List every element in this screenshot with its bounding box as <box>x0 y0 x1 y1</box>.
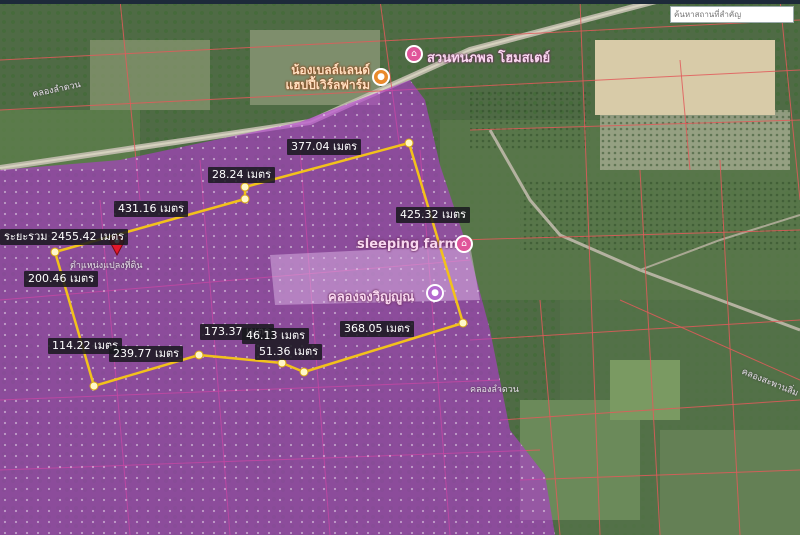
measurement-vertex[interactable] <box>277 358 287 368</box>
lodging-icon[interactable]: ⌂ <box>405 45 423 63</box>
segment-length-label: 425.32 เมตร <box>396 207 471 223</box>
segment-length-label: 431.16 เมตร <box>114 201 189 217</box>
place-pin-icon[interactable]: ● <box>426 284 444 302</box>
segment-length-label: 239.77 เมตร <box>109 346 184 362</box>
top-toolbar <box>0 0 800 4</box>
place-label-resort[interactable]: สวนทนภพล โฮมสเตย์ <box>427 47 550 68</box>
measurement-vertex[interactable] <box>89 381 99 391</box>
segment-length-label: 368.05 เมตร <box>340 321 415 337</box>
road-label: คลองลำดวน <box>470 385 519 395</box>
total-distance-label: ระยะรวม 2455.42 เมตร <box>0 229 129 245</box>
measurement-vertex[interactable] <box>299 367 309 377</box>
lodging-icon[interactable]: ⌂ <box>455 235 473 253</box>
segment-length-label: 377.04 เมตร <box>287 139 362 155</box>
measurement-vertex[interactable] <box>240 194 250 204</box>
farm-icon[interactable]: ● <box>372 68 390 86</box>
segment-length-label: 28.24 เมตร <box>208 167 276 183</box>
place-label-sleeping-farm[interactable]: sleeping farm <box>357 237 458 252</box>
segment-length-label: 51.36 เมตร <box>255 344 323 360</box>
measurement-vertex[interactable] <box>404 138 414 148</box>
place-label-farm[interactable]: น้องเบลล์แลนด์ แฮปปี้เวิร์ลฟาร์ม <box>258 63 370 93</box>
measurement-vertex[interactable] <box>50 247 60 257</box>
measurement-vertex[interactable] <box>194 350 204 360</box>
measurement-vertex[interactable] <box>240 182 250 192</box>
measurement-vertex[interactable] <box>458 318 468 328</box>
place-label-canal[interactable]: คลองจงวิญญูณ <box>328 286 414 307</box>
search-input[interactable] <box>670 6 794 23</box>
marker-caption: ตำแหน่งแปลงที่ดิน <box>70 261 143 271</box>
segment-length-label: 46.13 เมตร <box>242 328 310 344</box>
segment-length-label: 200.46 เมตร <box>24 271 99 287</box>
